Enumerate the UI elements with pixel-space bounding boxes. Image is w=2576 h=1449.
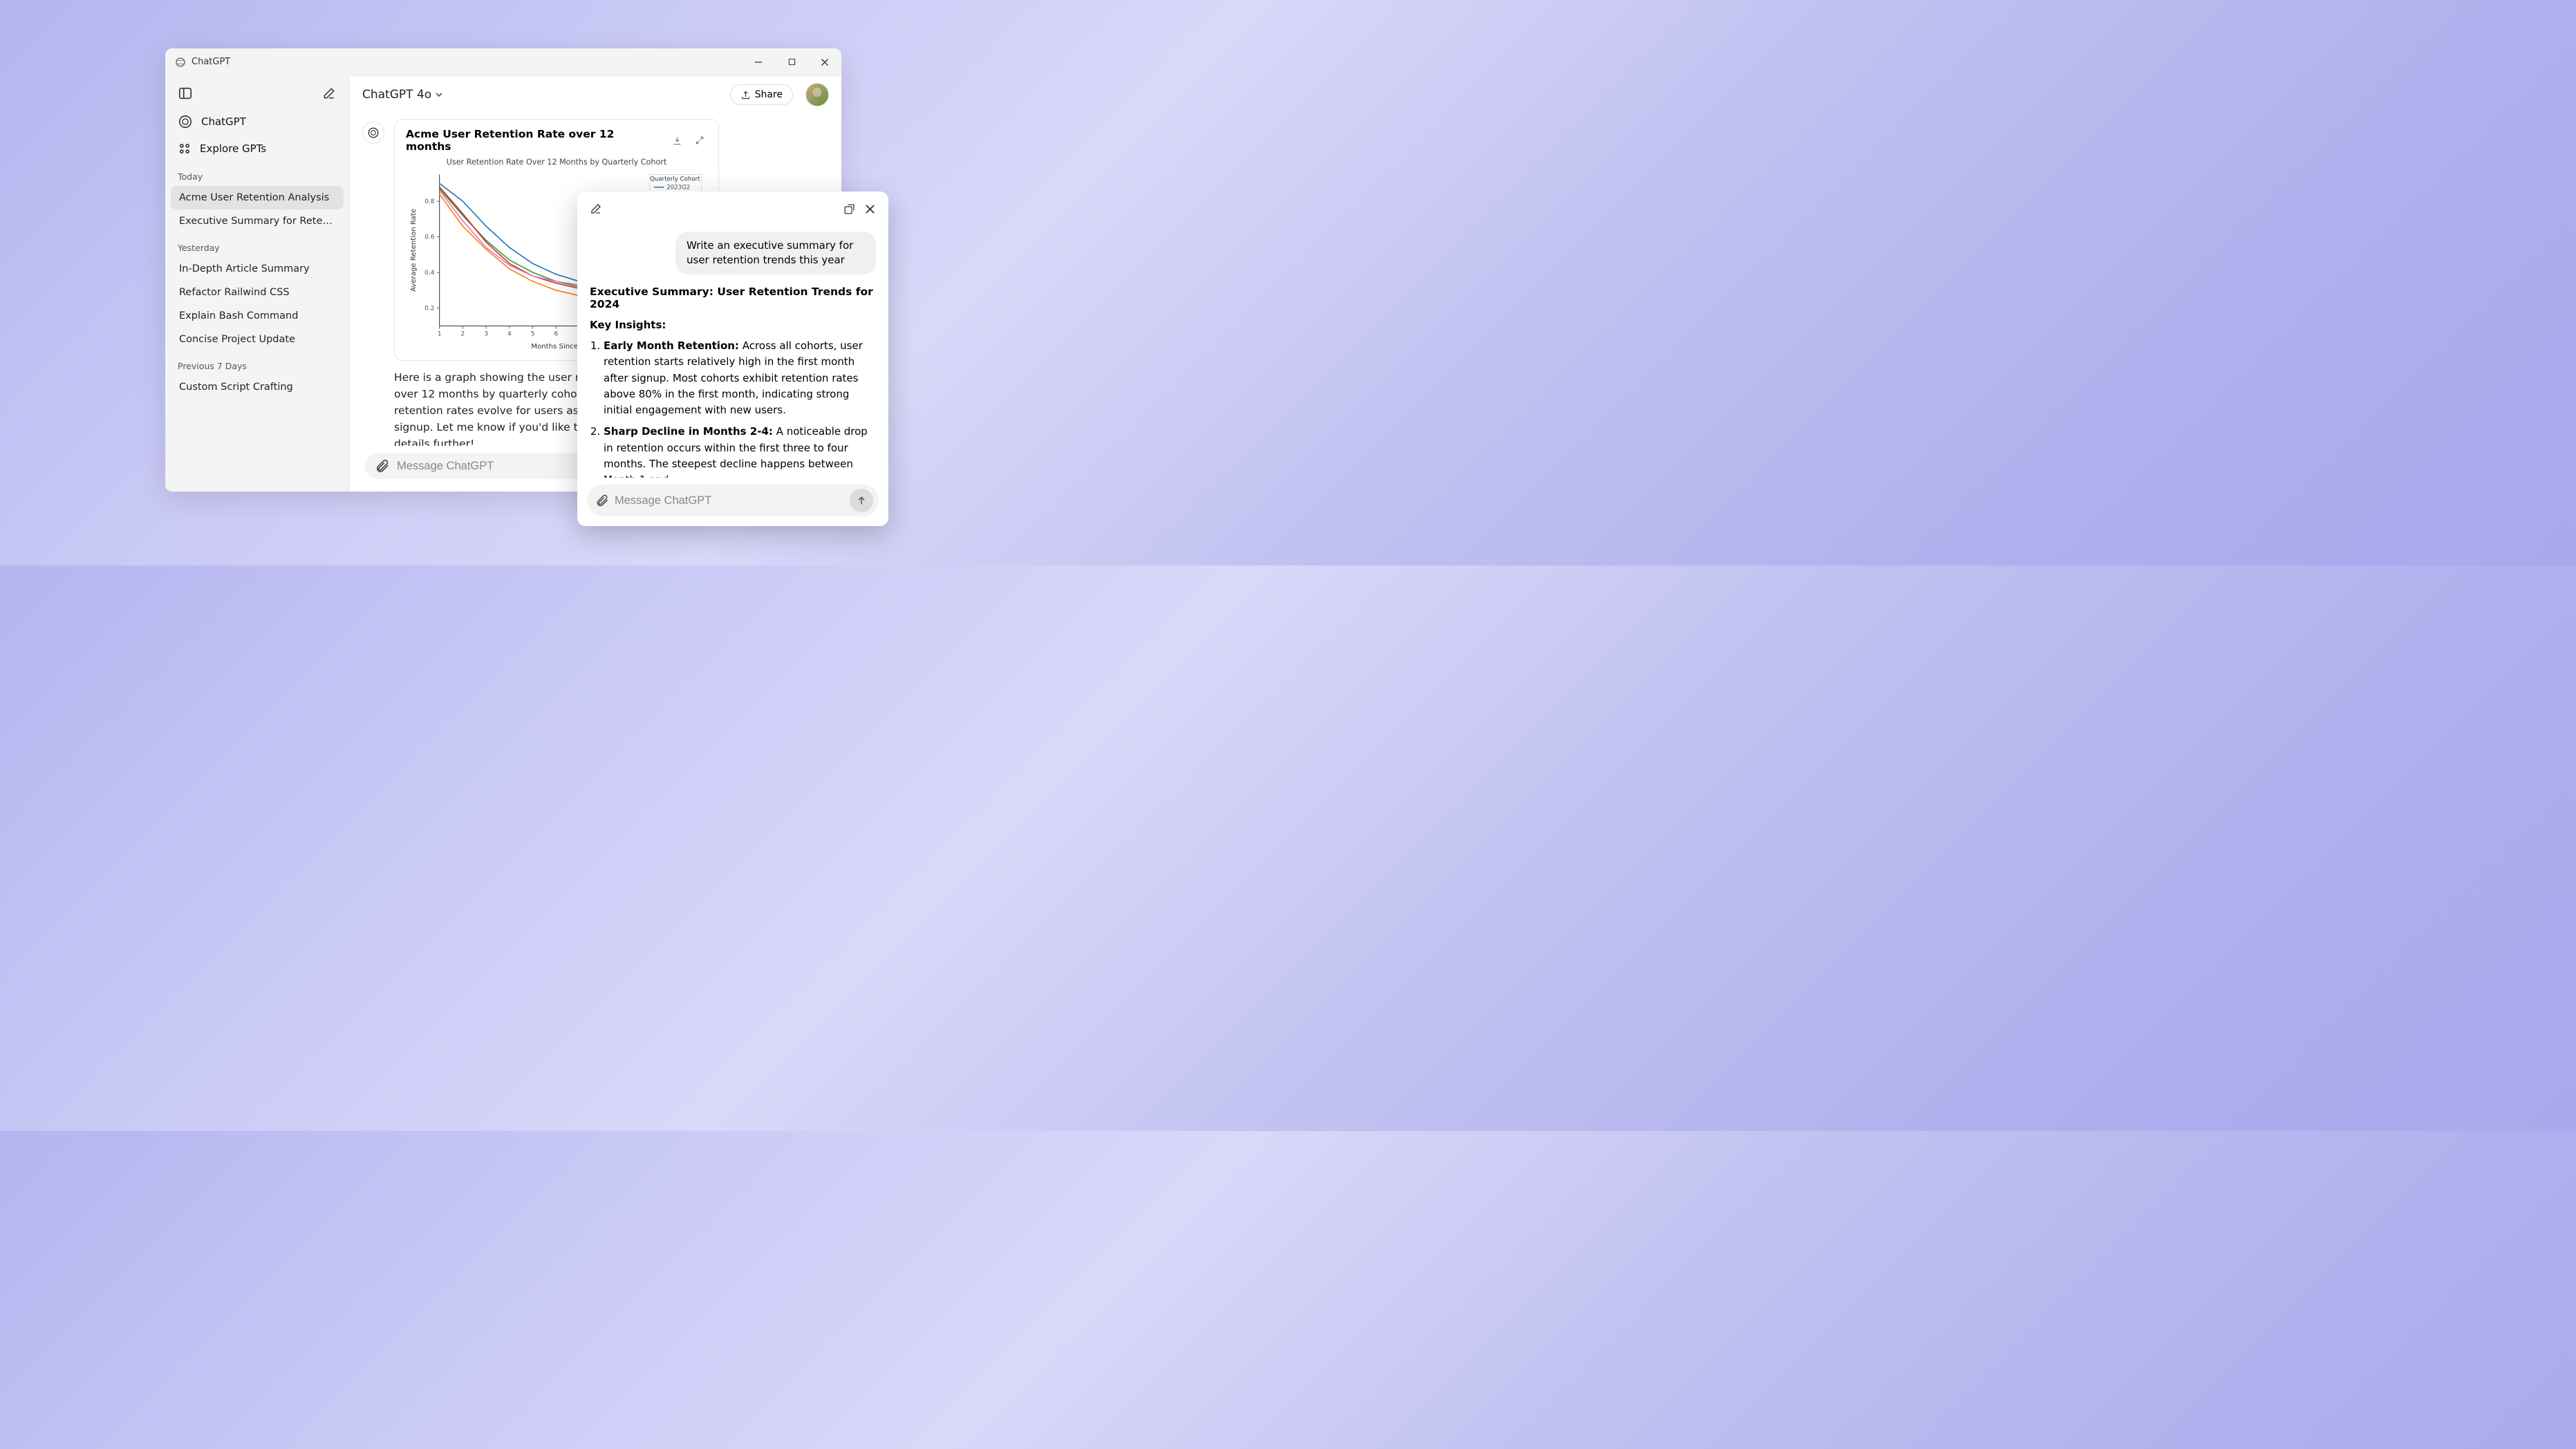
openai-logo-icon (178, 114, 193, 129)
collapse-sidebar-icon[interactable] (175, 83, 196, 104)
section-label: Today (171, 162, 344, 186)
svg-text:3: 3 (484, 331, 488, 338)
history-item[interactable]: Explain Bash Command (171, 304, 344, 328)
app-logo-icon (175, 57, 186, 68)
attachment-icon[interactable] (595, 494, 609, 507)
svg-text:1: 1 (438, 331, 442, 338)
svg-text:5: 5 (531, 331, 535, 338)
chevron-down-icon (435, 91, 443, 99)
history-item[interactable]: In-Depth Article Summary (171, 257, 344, 281)
svg-text:6: 6 (554, 331, 558, 338)
share-label: Share (755, 89, 783, 100)
titlebar: ChatGPT (165, 48, 841, 76)
share-button[interactable]: Share (730, 84, 793, 105)
sidebar-item-label: ChatGPT (201, 115, 246, 128)
history-item[interactable]: Executive Summary for Retenti… (171, 209, 344, 233)
window-close-button[interactable] (808, 48, 841, 75)
history-item[interactable]: Acme User Retention Analysis (171, 186, 344, 209)
model-selector[interactable]: ChatGPT 4o (362, 88, 443, 102)
summary-heading: Executive Summary: User Retention Trends… (590, 286, 876, 310)
sidebar-item-explore-gpts[interactable]: Explore GPTs (171, 135, 344, 162)
close-icon[interactable] (859, 198, 880, 219)
expand-icon[interactable] (692, 133, 707, 148)
svg-text:0.4: 0.4 (424, 270, 435, 277)
arrow-up-icon (856, 495, 867, 506)
assistant-avatar-icon (362, 122, 384, 144)
model-name: ChatGPT 4o (362, 88, 431, 102)
companion-window: Write an executive summary for user rete… (577, 191, 888, 526)
svg-text:Average Retention Rate: Average Retention Rate (410, 209, 418, 292)
svg-text:User Retention Rate Over 12 Mo: User Retention Rate Over 12 Months by Qu… (447, 158, 667, 167)
titlebar-title: ChatGPT (192, 57, 742, 67)
sidebar-item-chatgpt[interactable]: ChatGPT (171, 108, 344, 135)
svg-text:4: 4 (507, 331, 512, 338)
svg-text:0.2: 0.2 (424, 306, 435, 312)
user-avatar[interactable] (805, 83, 829, 106)
new-chat-icon[interactable] (319, 83, 339, 104)
svg-text:Quarterly Cohort: Quarterly Cohort (650, 176, 700, 183)
companion-compose-bar (587, 485, 879, 516)
user-message-text: Write an executive summary for user rete… (675, 232, 876, 274)
svg-text:2: 2 (461, 331, 465, 338)
section-label: Previous 7 Days (171, 351, 344, 375)
chart-card-title: Acme User Retention Rate over 12 months (406, 128, 662, 153)
download-icon[interactable] (669, 133, 685, 149)
explore-icon (178, 142, 192, 156)
svg-text:0.6: 0.6 (424, 234, 435, 241)
window-maximize-button[interactable] (775, 48, 808, 75)
sidebar: ChatGPT Explore GPTs TodayAcme User Rete… (165, 76, 350, 492)
attachment-icon[interactable] (375, 458, 390, 474)
svg-text:2023Q2: 2023Q2 (666, 185, 690, 191)
history-item[interactable]: Custom Script Crafting (171, 375, 344, 399)
upload-icon (740, 90, 751, 100)
new-chat-icon[interactable] (586, 198, 606, 219)
pop-out-icon[interactable] (839, 198, 859, 219)
sidebar-item-label: Explore GPTs (200, 142, 266, 155)
history-item[interactable]: Refactor Railwind CSS (171, 281, 344, 304)
user-message: Write an executive summary for user rete… (590, 232, 876, 274)
companion-compose-input[interactable] (615, 494, 844, 507)
companion-conversation[interactable]: Write an executive summary for user rete… (577, 226, 888, 478)
companion-titlebar (577, 191, 888, 226)
assistant-summary: Executive Summary: User Retention Trends… (590, 286, 876, 478)
insight-item: Early Month Retention: Across all cohort… (604, 338, 876, 418)
svg-text:0.8: 0.8 (424, 198, 435, 205)
summary-subheading: Key Insights: (590, 319, 876, 331)
conversation-header: ChatGPT 4o Share (350, 76, 841, 112)
send-button[interactable] (850, 489, 873, 512)
insight-item: Sharp Decline in Months 2-4: A noticeabl… (604, 424, 876, 478)
section-label: Yesterday (171, 233, 344, 257)
window-minimize-button[interactable] (742, 48, 775, 75)
history-item[interactable]: Concise Project Update (171, 328, 344, 351)
